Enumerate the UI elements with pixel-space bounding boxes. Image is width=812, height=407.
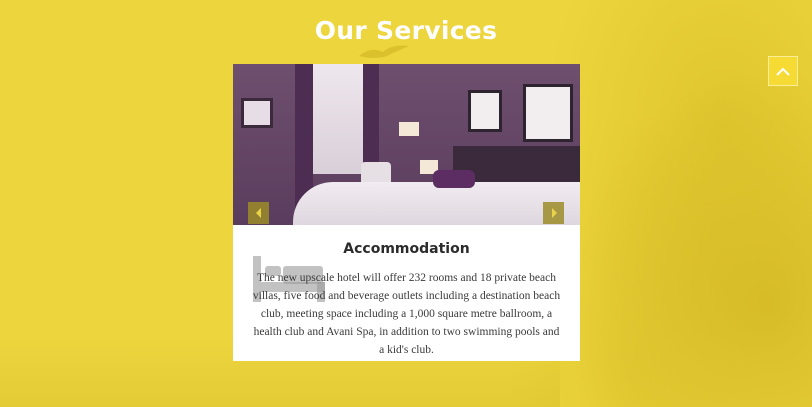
slider-prev-button[interactable]: [248, 202, 269, 224]
section-title: Our Services: [314, 16, 498, 45]
photo-tv: [241, 98, 273, 128]
photo-artwork: [523, 84, 573, 142]
hotel-room-photo: [233, 64, 580, 225]
slider-next-button[interactable]: [543, 202, 564, 224]
photo-artwork: [468, 90, 502, 132]
chevron-up-icon: [776, 67, 790, 76]
service-card: Accommodation The new upscale hotel will…: [233, 64, 580, 361]
bird-icon: [359, 45, 409, 58]
photo-pillow: [433, 170, 475, 188]
chevron-right-icon: [551, 208, 557, 218]
photo-bed: [293, 182, 580, 225]
photo-window: [307, 64, 367, 174]
chevron-left-icon: [255, 208, 261, 218]
card-description: The new upscale hotel will offer 232 roo…: [252, 272, 561, 356]
photo-lamp: [399, 122, 419, 136]
scroll-to-top-button[interactable]: [768, 56, 798, 86]
